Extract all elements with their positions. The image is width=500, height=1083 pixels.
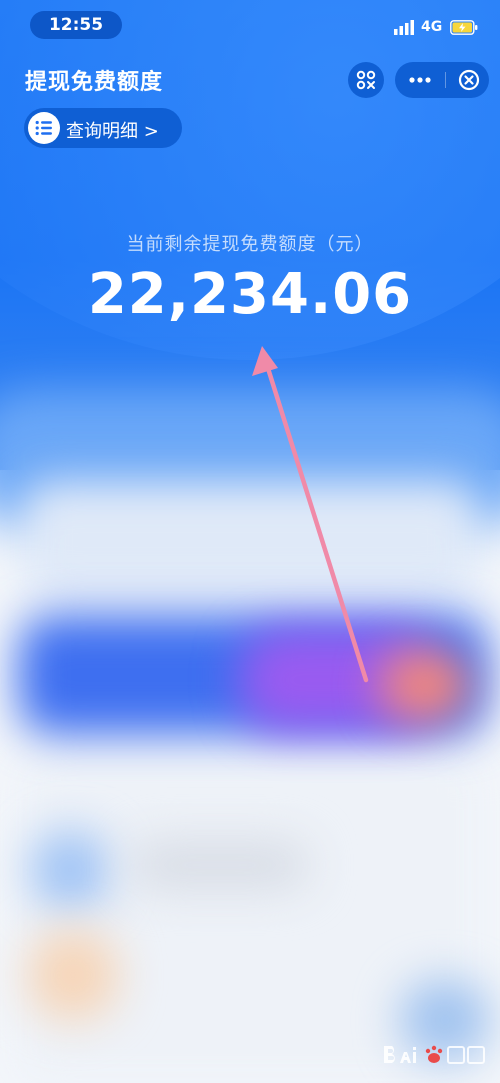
close-circle-icon [458, 69, 480, 91]
query-details-button[interactable]: 查询明细 > [24, 108, 182, 148]
blurred-promo-accent [380, 650, 470, 720]
blurred-list-icon [30, 830, 110, 910]
scan-icon [356, 70, 376, 90]
more-button[interactable] [395, 62, 445, 98]
blurred-menu-row [20, 480, 480, 600]
status-bar: 12:55 4G [0, 0, 500, 50]
query-details-label: 查询明细 > [66, 121, 159, 142]
baidu-jingyan-watermark-logo [384, 1045, 485, 1064]
watermark [380, 1035, 490, 1075]
screen: 12:55 4G 提现免费额度 查询明细 > 当前剩余提现免费额度（元） 22,… [0, 0, 500, 1083]
mini-program-capsule [395, 62, 489, 98]
balance-caption: 当前剩余提现免费额度（元） [126, 234, 374, 255]
list-icon [28, 112, 60, 144]
capsule-divider [445, 72, 446, 88]
battery-charging-icon [450, 20, 478, 35]
blurred-list-icon-2 [28, 930, 118, 1020]
blurred-list-text [130, 840, 310, 890]
scan-button[interactable] [348, 62, 384, 98]
network-type: 4G [421, 19, 443, 35]
balance-amount: 22,234.06 [87, 262, 413, 327]
signal-icon [394, 20, 414, 35]
blurred-content-area [0, 390, 500, 1083]
close-button[interactable] [449, 62, 489, 98]
more-dots-icon [409, 77, 431, 83]
status-time: 12:55 [30, 11, 122, 39]
page-title: 提现免费额度 [25, 70, 164, 95]
